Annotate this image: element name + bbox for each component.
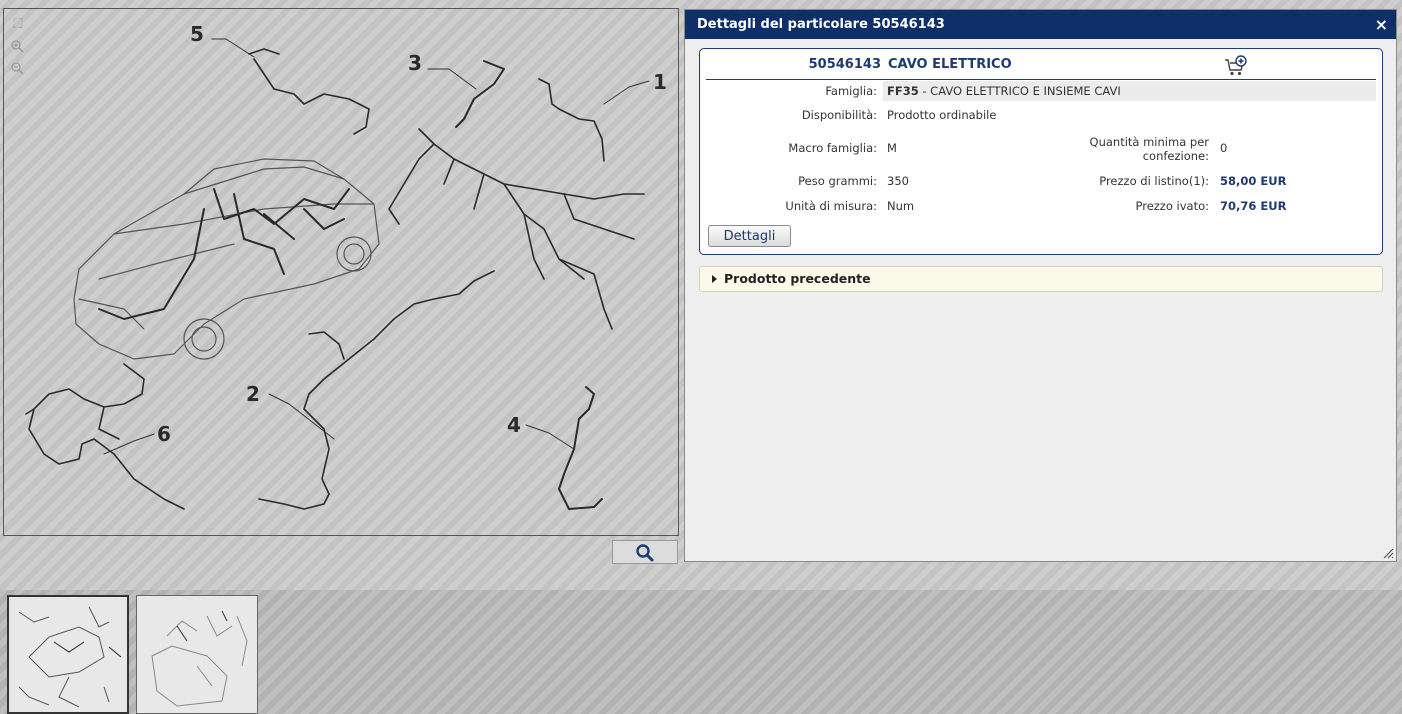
part-details-dialog: Dettagli del particolare 50546143 × 5054… <box>684 9 1397 562</box>
part-number: 50546143 <box>808 57 881 72</box>
cable-3 <box>455 60 505 128</box>
previous-product-toggle[interactable]: Prodotto precedente <box>699 266 1383 292</box>
macro-famiglia-value: M <box>887 141 897 155</box>
thumbnail-1-drawing <box>18 606 122 708</box>
car-outline <box>73 158 380 360</box>
peso-value: 350 <box>887 174 909 188</box>
details-button[interactable]: Dettagli <box>708 225 791 247</box>
callout-6: 6 <box>157 422 171 446</box>
dialog-header: Dettagli del particolare 50546143 × <box>685 10 1396 39</box>
main-harness <box>388 128 645 330</box>
cable-1 <box>538 78 605 162</box>
disponibilita-label: Disponibilità: <box>706 105 883 125</box>
exploded-drawing: 1 2 3 4 5 6 <box>25 22 667 510</box>
prezzo-listino-label: Prezzo di listino(1): <box>1047 171 1215 191</box>
previous-product-label: Prodotto precedente <box>724 271 871 286</box>
callout-4: 4 <box>507 413 521 437</box>
thumbnail-1[interactable] <box>7 595 129 714</box>
close-icon[interactable]: × <box>1375 10 1388 39</box>
cable-2 <box>258 270 495 510</box>
add-to-cart-icon[interactable] <box>1224 55 1248 77</box>
prezzo-ivato-value: 70,76 EUR <box>1220 199 1287 213</box>
famiglia-desc: - CAVO ELETTRICO E INSIEME CAVI <box>918 84 1121 98</box>
thumbnail-2[interactable] <box>136 595 258 714</box>
magnifier-button[interactable] <box>612 540 678 564</box>
thumbnail-2-drawing <box>151 610 248 707</box>
quantita-minima-value: 0 <box>1220 141 1228 155</box>
famiglia-value: FF35 - CAVO ELETTRICO E INSIEME CAVI <box>883 81 1376 101</box>
part-card: 50546143 CAVO ELETTRICO Famiglia: FF35 -… <box>699 48 1383 255</box>
prezzo-listino-value: 58,00 EUR <box>1220 174 1287 188</box>
callout-1: 1 <box>653 70 667 94</box>
prezzo-ivato-label: Prezzo ivato: <box>1047 196 1215 216</box>
peso-label: Peso grammi: <box>706 171 883 191</box>
cable-4 <box>558 386 603 510</box>
macro-famiglia-label: Macro famiglia: <box>706 129 883 167</box>
unita-label: Unità di misura: <box>706 196 883 216</box>
caret-right-icon <box>712 275 717 283</box>
resize-grip-icon[interactable] <box>1382 547 1394 559</box>
disponibilita-value: Prodotto ordinabile <box>887 108 997 122</box>
magnifier-icon <box>636 544 654 562</box>
famiglia-code: FF35 <box>887 84 919 98</box>
callout-5: 5 <box>190 22 204 46</box>
dialog-title: Dettagli del particolare 50546143 <box>697 17 945 32</box>
drawing-viewer[interactable]: ⛶ 1 2 3 4 5 6 <box>3 8 679 536</box>
callout-2: 2 <box>246 382 260 406</box>
callout-3: 3 <box>408 51 422 75</box>
part-name: CAVO ELETTRICO <box>888 57 1012 72</box>
part-header: 50546143 CAVO ELETTRICO <box>706 55 1376 80</box>
cable-5 <box>248 48 370 135</box>
unita-value: Num <box>887 199 915 213</box>
harness-in-car <box>98 188 350 320</box>
famiglia-label: Famiglia: <box>706 81 883 101</box>
quantita-minima-label: Quantità minima per confezione: <box>1047 131 1215 167</box>
